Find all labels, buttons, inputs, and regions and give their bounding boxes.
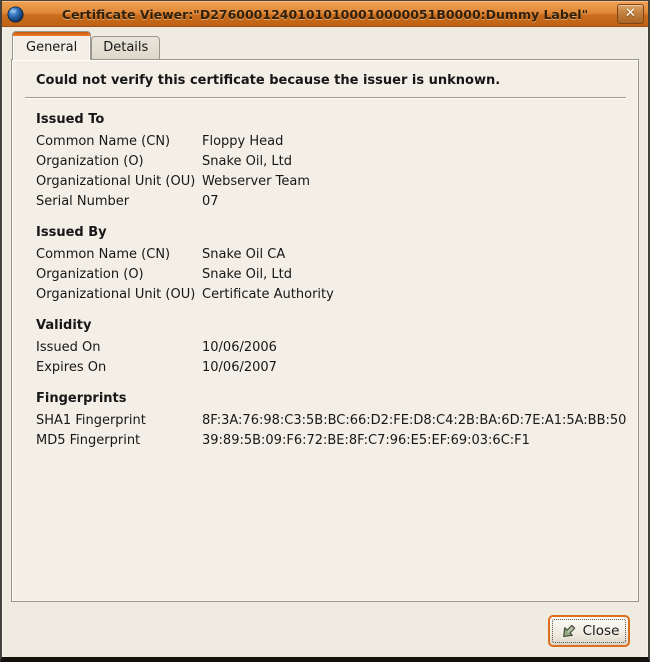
field-value: Snake Oil, Ltd [202,152,626,172]
dialog-action-area: Close [2,602,648,657]
cert-field-row: Common Name (CN) Floppy Head [36,132,626,152]
separator [25,97,626,99]
section-fingerprints: Fingerprints SHA1 Fingerprint 8F:3A:76:9… [36,391,626,451]
field-label: Organizational Unit (OU) [36,172,202,192]
section-validity: Validity Issued On 10/06/2006 Expires On… [36,318,626,378]
section-title: Fingerprints [36,391,626,406]
certificate-viewer-window: Certificate Viewer:"D2760001240101010001… [0,0,650,662]
tab-general-label: General [26,40,77,55]
section-title: Issued By [36,225,626,240]
field-label: SHA1 Fingerprint [36,411,202,431]
field-value: Snake Oil, Ltd [202,265,626,285]
field-value: 39:89:5B:09:F6:72:BE:8F:C7:96:E5:EF:69:0… [202,431,626,451]
field-label: Organization (O) [36,265,202,285]
close-button[interactable]: Close [548,615,630,647]
cert-field-row: SHA1 Fingerprint 8F:3A:76:98:C3:5B:BC:66… [36,411,626,431]
cert-field-row: Common Name (CN) Snake Oil CA [36,245,626,265]
field-label: Issued On [36,338,202,358]
field-value: Snake Oil CA [202,245,626,265]
section-issued-to: Issued To Common Name (CN) Floppy Head O… [36,112,626,212]
section-issued-by: Issued By Common Name (CN) Snake Oil CA … [36,225,626,305]
field-label: Organizational Unit (OU) [36,285,202,305]
tab-bar: General Details [12,31,648,59]
cert-field-row: MD5 Fingerprint 39:89:5B:09:F6:72:BE:8F:… [36,431,626,451]
tab-details[interactable]: Details [91,36,160,60]
cert-field-row: Organization (O) Snake Oil, Ltd [36,265,626,285]
cert-field-row: Organization (O) Snake Oil, Ltd [36,152,626,172]
field-value: 10/06/2007 [202,358,626,378]
field-value: 07 [202,192,626,212]
field-value: Floppy Head [202,132,626,152]
cert-field-row: Organizational Unit (OU) Certificate Aut… [36,285,626,305]
close-button-label: Close [583,623,620,639]
field-label: Expires On [36,358,202,378]
section-title: Validity [36,318,626,333]
globe-icon[interactable] [7,6,24,23]
window-close-button[interactable]: ✕ [617,4,644,24]
field-label: Serial Number [36,192,202,212]
tab-general[interactable]: General [12,31,91,60]
general-tab-panel: Could not verify this certificate becaus… [11,59,639,602]
titlebar[interactable]: Certificate Viewer:"D2760001240101010001… [2,1,648,27]
cert-field-row: Expires On 10/06/2007 [36,358,626,378]
cert-field-row: Organizational Unit (OU) Webserver Team [36,172,626,192]
field-label: Organization (O) [36,152,202,172]
field-value: Certificate Authority [202,285,626,305]
field-value: 8F:3A:76:98:C3:5B:BC:66:D2:FE:D8:C4:2B:B… [202,411,626,431]
field-label: Common Name (CN) [36,132,202,152]
field-value: 10/06/2006 [202,338,626,358]
field-label: Common Name (CN) [36,245,202,265]
field-value: Webserver Team [202,172,626,192]
field-label: MD5 Fingerprint [36,431,202,451]
verification-warning: Could not verify this certificate becaus… [36,73,626,88]
window-title: Certificate Viewer:"D2760001240101010001… [2,7,648,22]
close-arrow-icon [559,622,578,641]
cert-field-row: Serial Number 07 [36,192,626,212]
tab-details-label: Details [103,40,148,55]
cert-field-row: Issued On 10/06/2006 [36,338,626,358]
section-title: Issued To [36,112,626,127]
